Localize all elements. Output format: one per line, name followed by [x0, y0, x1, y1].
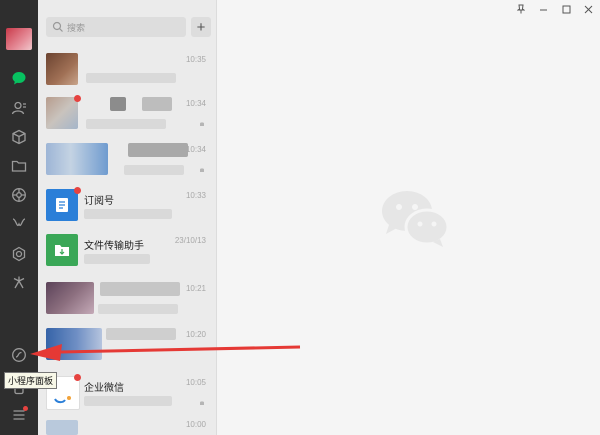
list-item-file-transfer[interactable]: 文件传输助手 23/10/13	[38, 228, 216, 276]
list-item-wecom[interactable]: 企业微信 10:05	[38, 370, 216, 418]
search-placeholder: 搜索	[67, 22, 86, 33]
look-icon[interactable]	[9, 273, 29, 293]
message-time: 10:21	[185, 284, 206, 293]
avatar	[46, 328, 102, 360]
blurred-name	[128, 143, 188, 157]
list-item[interactable]: 10:35	[38, 47, 216, 95]
conversation-title: 企业微信	[84, 383, 124, 394]
mute-icon	[200, 168, 204, 172]
list-item[interactable]: 10:34	[38, 137, 216, 185]
contacts-icon[interactable]	[9, 98, 29, 118]
message-time: 10:33	[185, 191, 206, 200]
conversation-list: 搜索 + 10:35 10:34 10:34 订阅号 10:33 文件传输助手 …	[38, 0, 217, 435]
folder-icon	[55, 245, 69, 256]
message-time: 10:20	[185, 330, 206, 339]
mini-program-icon[interactable]	[9, 345, 29, 365]
list-item[interactable]: 10:00	[38, 414, 216, 435]
message-time: 10:34	[185, 99, 206, 108]
blurred-name	[100, 282, 180, 296]
conversation-title: 文件传输助手	[84, 241, 144, 252]
message-preview	[84, 209, 172, 219]
chat-pane	[217, 0, 600, 435]
close-icon[interactable]	[581, 3, 595, 15]
menu-badge	[23, 406, 28, 411]
folder-icon[interactable]	[9, 156, 29, 176]
unread-badge	[74, 95, 81, 102]
list-item[interactable]: 10:21	[38, 276, 216, 324]
message-preview	[86, 119, 166, 129]
avatar	[46, 282, 94, 314]
maximize-icon[interactable]	[559, 3, 573, 15]
message-time: 23/10/13	[174, 236, 206, 245]
channels-icon[interactable]	[9, 214, 29, 234]
unread-badge	[74, 187, 81, 194]
message-time: 10:05	[185, 378, 206, 387]
message-preview	[86, 73, 176, 83]
search-feature-icon[interactable]	[9, 244, 29, 264]
search-input[interactable]: 搜索	[46, 17, 186, 37]
message-preview	[124, 165, 184, 175]
blurred-name	[110, 97, 126, 111]
avatar	[46, 97, 78, 129]
avatar	[46, 420, 78, 435]
collections-icon[interactable]	[9, 127, 29, 147]
avatar	[46, 53, 78, 85]
sidebar	[0, 0, 38, 435]
list-item[interactable]: 10:20	[38, 322, 216, 370]
blurred-name	[106, 328, 176, 340]
moments-icon[interactable]	[9, 185, 29, 205]
conversation-title: 订阅号	[84, 196, 114, 207]
message-preview	[98, 304, 178, 314]
wechat-logo-icon	[382, 191, 450, 247]
message-time: 10:00	[185, 420, 206, 429]
avatar	[46, 143, 108, 175]
search-icon	[52, 21, 63, 32]
file-transfer-avatar	[46, 234, 78, 266]
blurred-name	[142, 97, 172, 111]
mute-icon	[200, 401, 204, 405]
add-button[interactable]: +	[191, 17, 211, 37]
list-item-subscriptions[interactable]: 订阅号 10:33	[38, 183, 216, 231]
tooltip: 小程序面板	[4, 372, 58, 389]
list-item[interactable]: 10:34	[38, 91, 216, 139]
subscriptions-avatar	[46, 189, 78, 221]
pin-icon[interactable]	[514, 3, 528, 15]
message-preview	[84, 396, 172, 406]
avatar[interactable]	[6, 28, 32, 50]
message-preview	[84, 254, 150, 264]
unread-badge	[74, 374, 81, 381]
chat-icon[interactable]	[9, 68, 29, 88]
message-time: 10:34	[185, 145, 206, 154]
message-time: 10:35	[185, 55, 206, 64]
mute-icon	[200, 122, 204, 126]
document-icon	[56, 198, 68, 212]
minimize-icon[interactable]	[536, 3, 550, 15]
